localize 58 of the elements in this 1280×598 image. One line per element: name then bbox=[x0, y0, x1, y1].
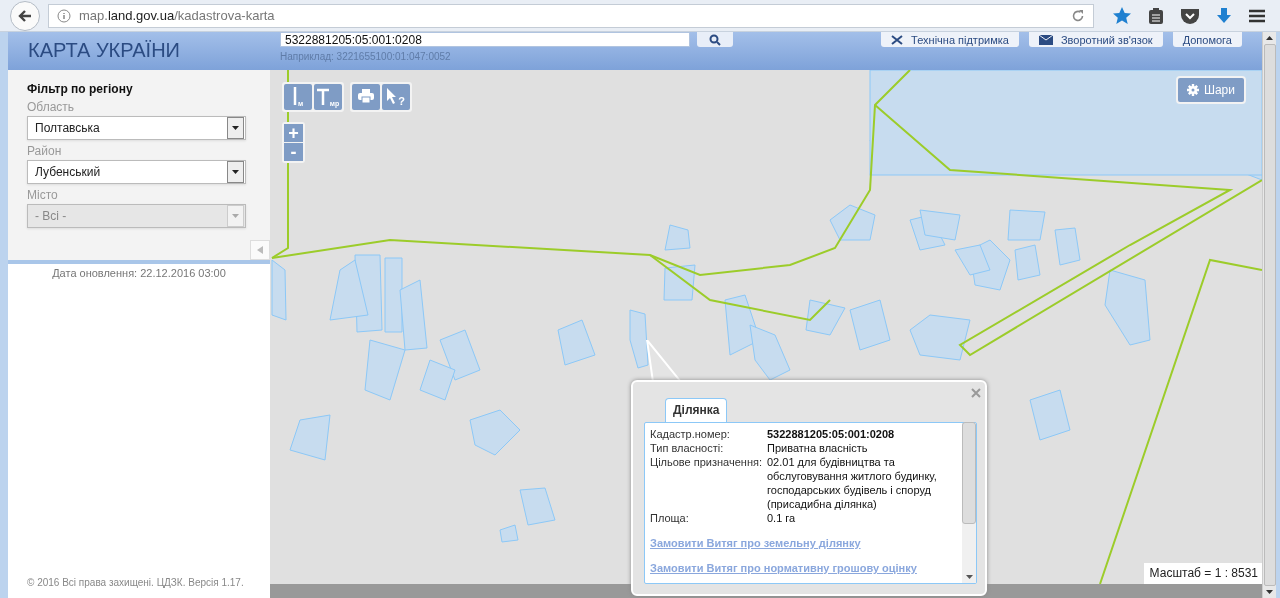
menu-icon[interactable] bbox=[1248, 7, 1266, 24]
zoom-out-button[interactable]: - bbox=[284, 143, 303, 161]
dropdown[interactable]: Полтавська bbox=[27, 116, 246, 140]
popup-tab[interactable]: Ділянка bbox=[665, 398, 728, 422]
order-link[interactable]: Замовити Витяг про земельну ділянку bbox=[650, 537, 861, 549]
field-label: Район bbox=[27, 144, 63, 158]
caret-icon bbox=[227, 161, 244, 183]
filter-title: Фільтр по регіону bbox=[27, 82, 134, 96]
arrow-icon bbox=[17, 7, 33, 24]
caret-icon bbox=[257, 246, 263, 254]
zoom-in-button[interactable]: + bbox=[284, 124, 303, 142]
order-link[interactable]: Замовити Витяг про нормативну грошову оцінку bbox=[650, 562, 917, 574]
envelope-icon bbox=[1038, 34, 1053, 45]
dropdown[interactable]: Лубенський bbox=[27, 160, 246, 184]
reload-icon[interactable] bbox=[1071, 8, 1085, 23]
header-button[interactable]: Технічна підтримка bbox=[881, 32, 1019, 47]
info-icon[interactable] bbox=[57, 8, 71, 23]
caret-icon bbox=[227, 117, 244, 139]
field-label: Кадастр.номер: bbox=[650, 427, 731, 441]
t-line-icon bbox=[316, 86, 329, 105]
pointer-icon bbox=[387, 87, 398, 104]
identify-tool-button[interactable]: ? bbox=[382, 84, 410, 110]
caret-icon bbox=[1266, 36, 1273, 40]
scrollbar[interactable] bbox=[962, 423, 976, 583]
url-text: map.land.gov.ua/kadastrova-karta bbox=[79, 8, 276, 23]
search-button[interactable] bbox=[697, 32, 733, 47]
field-label: Тип власності: bbox=[650, 441, 725, 455]
star-icon[interactable] bbox=[1112, 5, 1132, 26]
update-date: Дата оновлення: 22.12.2016 03:00 bbox=[51, 267, 227, 279]
field-label: Область bbox=[27, 100, 76, 114]
header-button[interactable]: Зворотний зв'язок bbox=[1028, 32, 1163, 47]
header-button[interactable]: Допомога bbox=[1172, 32, 1242, 47]
line-icon bbox=[292, 86, 297, 105]
back-button[interactable] bbox=[10, 0, 40, 31]
search-field[interactable]: 5322881205:05:001:0208 bbox=[280, 32, 690, 47]
caret-icon bbox=[965, 575, 973, 579]
address-bar[interactable]: map.land.gov.ua/kadastrova-karta bbox=[48, 3, 1094, 28]
field-value: 5322881205:05:001:0208 bbox=[767, 427, 896, 441]
field-label: Місто bbox=[27, 188, 59, 202]
field-label: Площа: bbox=[650, 511, 690, 525]
field-label: Цільове призначення: bbox=[650, 455, 763, 470]
field-value: Приватна власність bbox=[767, 441, 869, 455]
settings-icon bbox=[1186, 84, 1199, 96]
caret-icon bbox=[227, 205, 244, 227]
layers-button[interactable]: Шари bbox=[1175, 76, 1246, 104]
clipboard-icon[interactable] bbox=[1148, 6, 1164, 25]
map-scale: Масштаб = 1 : 8531 bbox=[1143, 563, 1262, 584]
collapse-button[interactable] bbox=[250, 240, 270, 260]
copyright-text: © 2016 Всі права захищені. ЦДЗК. Версія 1.17. bbox=[26, 577, 245, 590]
pocket-icon[interactable] bbox=[1180, 6, 1200, 25]
search-icon bbox=[709, 33, 721, 46]
print-tool-button[interactable] bbox=[352, 84, 380, 110]
caret-icon bbox=[1266, 590, 1273, 594]
printer-icon bbox=[358, 88, 374, 103]
site-logo[interactable]: КАРТА УКРАЇНИ bbox=[28, 39, 278, 62]
field-value: 0.1 га bbox=[767, 511, 797, 525]
field-value: 02.01 для будівництва та обслуговування житлого будинку, господарських будівель і споруд (присадибна ділянка) bbox=[767, 455, 938, 511]
download-icon[interactable] bbox=[1216, 6, 1232, 25]
